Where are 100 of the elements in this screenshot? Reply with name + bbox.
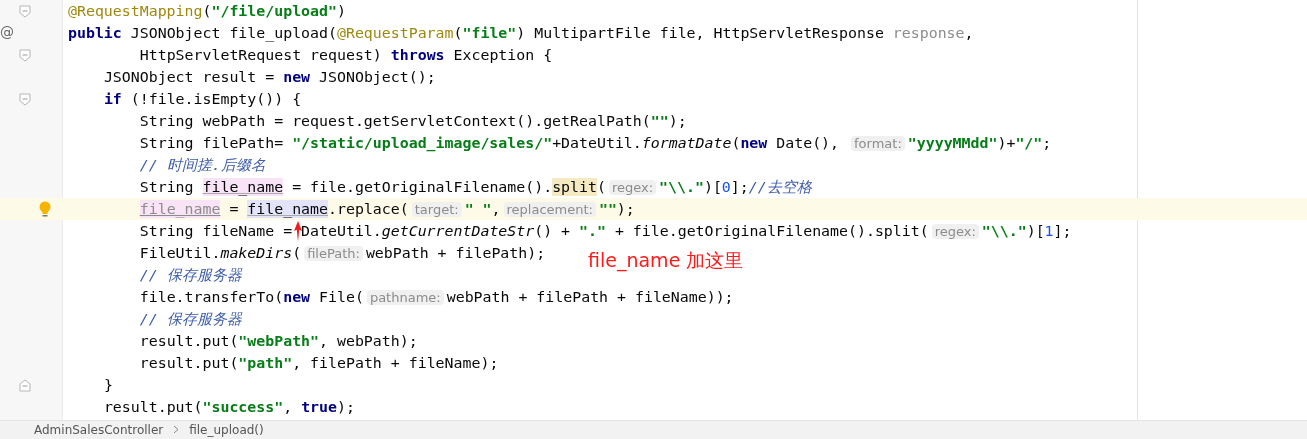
code-token: Date(), — [776, 134, 841, 152]
code-token: // 保存服务器 — [139, 265, 242, 285]
code-token: 0 — [721, 178, 731, 196]
parameter-hint: regex: — [931, 223, 979, 239]
code-token: result.put( — [139, 332, 239, 350]
code-token: Exception { — [453, 46, 553, 64]
code-token: "\\." — [981, 222, 1027, 240]
code-token: "\\." — [659, 178, 704, 196]
code-token: " " — [464, 200, 492, 218]
lightbulb-icon[interactable] — [38, 201, 52, 218]
code-token: ); — [616, 200, 635, 218]
code-token: "." — [579, 222, 606, 240]
code-token: file_name — [139, 200, 221, 218]
code-token: true — [301, 398, 337, 416]
code-token: "" — [598, 200, 617, 218]
breadcrumb-item[interactable]: file_upload() — [189, 423, 264, 437]
code-token: +DateUtil. — [552, 134, 642, 152]
code-token: "" — [650, 112, 669, 130]
code-token: "/" — [1015, 134, 1043, 152]
code-token: //去空格 — [748, 177, 812, 197]
code-token: @RequestMapping — [68, 2, 203, 20]
code-token: ]; — [1053, 222, 1072, 240]
code-token: .replace( — [328, 200, 409, 218]
code-token: JSONObject file_upload( — [130, 24, 337, 42]
parameter-hint: replacement: — [503, 201, 596, 217]
code-token: // 保存服务器 — [139, 309, 242, 329]
code-token: ; — [1042, 134, 1052, 152]
code-token: "success" — [202, 398, 284, 416]
code-token: ( — [596, 178, 606, 196]
code-token: File( — [319, 288, 364, 306]
code-token: JSONObject result = — [103, 68, 276, 86]
parameter-hint: regex: — [608, 179, 657, 195]
code-token: + file.getOriginalFilename().split( — [614, 222, 929, 240]
code-token: String webPath = request.getServletContext().getRealPath( — [139, 112, 651, 130]
code-token: if — [103, 90, 122, 108]
code-token: DateUtil. — [301, 222, 382, 240]
code-token: ]; — [730, 178, 749, 196]
parameter-hint: pathname: — [366, 289, 444, 305]
code-token: ) MultipartFile file, HttpServletResponse — [516, 24, 885, 42]
code-token: , — [283, 398, 294, 416]
code-token: formatDate — [641, 134, 732, 152]
code-token: String fileName = — [139, 222, 293, 240]
fold-icon[interactable] — [19, 49, 31, 62]
code-token: webPath + filePath); — [365, 244, 546, 262]
override-mark[interactable]: @ — [0, 24, 14, 40]
code-token: () + — [534, 222, 572, 240]
code-token: ( — [731, 134, 741, 152]
code-token: makeDirs — [220, 244, 293, 262]
code-token: @RequestParam — [336, 24, 454, 42]
code-token: getCurrentDateStr — [381, 222, 535, 240]
code-token: ( — [453, 24, 463, 42]
code-token: public — [68, 24, 122, 42]
code-token: ) — [336, 2, 346, 20]
code-token: , filePath + fileName); — [292, 354, 499, 372]
parameter-hint: target: — [411, 201, 462, 217]
code-token: ); — [337, 398, 355, 416]
code-token: result.put( — [103, 398, 203, 416]
code-token: JSONObject(); — [319, 68, 436, 86]
breadcrumb-item[interactable]: AdminSalesController — [34, 423, 164, 437]
annotation-label: file_name 加这里 — [588, 248, 744, 274]
parameter-hint: filePath: — [304, 245, 363, 261]
code-token: "yyyyMMdd" — [907, 134, 998, 152]
code-token: throws — [390, 46, 445, 64]
code-token: split — [552, 178, 597, 196]
code-token: HttpServletRequest request) — [139, 46, 383, 64]
code-token: file_name — [202, 178, 284, 196]
code-token: )[ — [1026, 222, 1045, 240]
code-token: file_name — [247, 200, 328, 218]
code-token: = — [229, 200, 240, 218]
code-token: ( — [202, 2, 212, 20]
fold-icon[interactable] — [19, 5, 31, 18]
code-token: (!file.isEmpty()) { — [130, 90, 302, 108]
code-token: ); — [668, 112, 687, 130]
code-token: , — [964, 24, 974, 42]
code-token: String — [139, 178, 195, 196]
code-token: webPath + filePath + fileName)); — [446, 288, 734, 306]
code-token: new — [283, 68, 311, 86]
code-token: } — [103, 376, 113, 394]
code-token: ( — [292, 244, 302, 262]
code-token: "/static/upload_image/sales/" — [292, 134, 553, 152]
code-token: , webPath); — [319, 332, 418, 350]
fold-icon[interactable] — [19, 93, 31, 106]
code-token: , — [491, 200, 501, 218]
code-token: new — [740, 134, 768, 152]
code-token: // 时间搓.后缀名 — [139, 155, 266, 175]
code-token: )[ — [703, 178, 722, 196]
code-token: String filePath= — [139, 134, 285, 152]
code-token: = file.getOriginalFilename(). — [292, 178, 553, 196]
code-token: FileUtil. — [139, 244, 221, 262]
code-token: new — [283, 288, 311, 306]
code-token: "webPath" — [238, 332, 320, 350]
chevron-icon — [173, 425, 180, 434]
code-token: response — [892, 24, 965, 42]
parameter-hint: format: — [851, 135, 905, 151]
code-token: )+ — [997, 134, 1016, 152]
code-token: "path" — [238, 354, 293, 372]
fold-icon[interactable] — [19, 379, 31, 392]
code-token: 1 — [1044, 222, 1054, 240]
code-token: "/file/upload" — [211, 2, 337, 20]
code-editor[interactable] — [0, 0, 1307, 420]
